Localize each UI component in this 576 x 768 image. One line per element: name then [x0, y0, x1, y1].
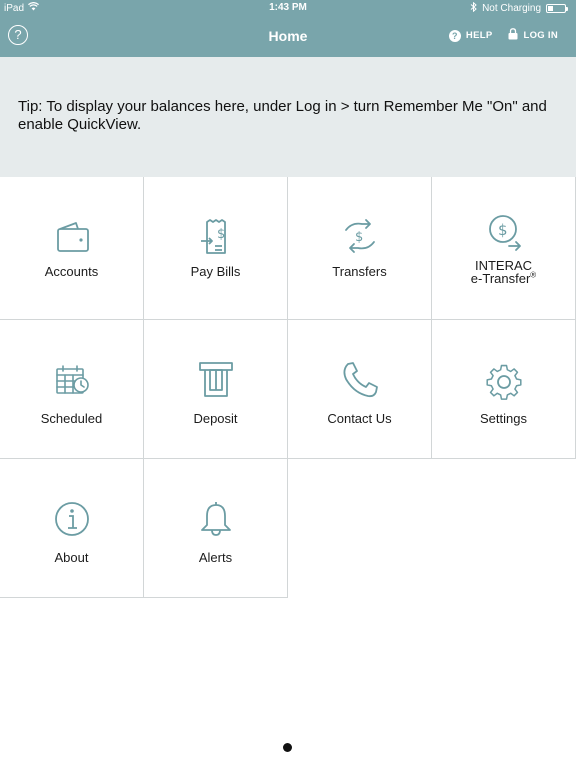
settings-tile[interactable]: Settings [432, 320, 576, 459]
deposit-label: Deposit [193, 411, 238, 426]
tip-text: Tip: To display your balances here, unde… [18, 98, 547, 133]
svg-text:$: $ [355, 230, 363, 245]
nav-bar: ? Home ? HELP LOG IN [0, 16, 576, 57]
question-icon: ? [448, 29, 461, 42]
dollar-send-icon: $ [484, 212, 524, 252]
transfers-tile[interactable]: $ Transfers [288, 177, 432, 320]
lock-icon [508, 28, 518, 43]
status-bar: iPad 1:43 PM Not Charging [0, 0, 576, 16]
wallet-icon [52, 216, 92, 256]
phone-icon [340, 360, 380, 400]
bluetooth-icon [470, 1, 477, 15]
battery-level-fill [548, 6, 553, 11]
contact-us-label: Contact Us [327, 411, 392, 426]
accounts-label: Accounts [44, 264, 99, 279]
battery-status-text: Not Charging [482, 3, 541, 14]
scheduled-tile[interactable]: Scheduled [0, 320, 144, 459]
login-label: LOG IN [523, 30, 558, 41]
interac-etransfer-label: INTERAC e-Transfer® [471, 259, 536, 285]
bell-icon [196, 499, 236, 539]
deposit-tile[interactable]: Deposit [144, 320, 288, 459]
pay-bills-label: Pay Bills [190, 264, 241, 279]
login-button[interactable]: LOG IN [508, 28, 558, 43]
contact-us-tile[interactable]: Contact Us [288, 320, 432, 459]
calendar-clock-icon [52, 360, 92, 400]
alerts-label: Alerts [198, 550, 233, 565]
gear-icon [484, 360, 524, 400]
alerts-tile[interactable]: Alerts [144, 459, 288, 598]
tip-banner: Tip: To display your balances here, unde… [0, 57, 576, 177]
page-indicator-dot [283, 743, 292, 752]
bill-icon: $ [196, 216, 236, 256]
scheduled-label: Scheduled [40, 411, 103, 426]
accounts-tile[interactable]: Accounts [0, 177, 144, 320]
svg-text:$: $ [217, 227, 225, 242]
transfers-label: Transfers [332, 264, 387, 279]
interac-label-line2: e-Transfer [470, 271, 531, 286]
settings-label: Settings [480, 411, 527, 426]
transfer-arrows-icon: $ [340, 216, 380, 256]
help-button[interactable]: ? HELP [448, 28, 493, 43]
registered-mark: ® [530, 270, 537, 280]
info-icon [52, 499, 92, 539]
pay-bills-tile[interactable]: $ Pay Bills [144, 177, 288, 320]
atm-deposit-icon [196, 360, 236, 400]
about-tile[interactable]: About [0, 459, 144, 598]
svg-text:$: $ [498, 221, 508, 239]
about-label: About [54, 550, 89, 565]
interac-etransfer-tile[interactable]: $ INTERAC e-Transfer® [432, 177, 576, 320]
battery-icon [546, 4, 568, 13]
help-label: HELP [465, 30, 493, 41]
